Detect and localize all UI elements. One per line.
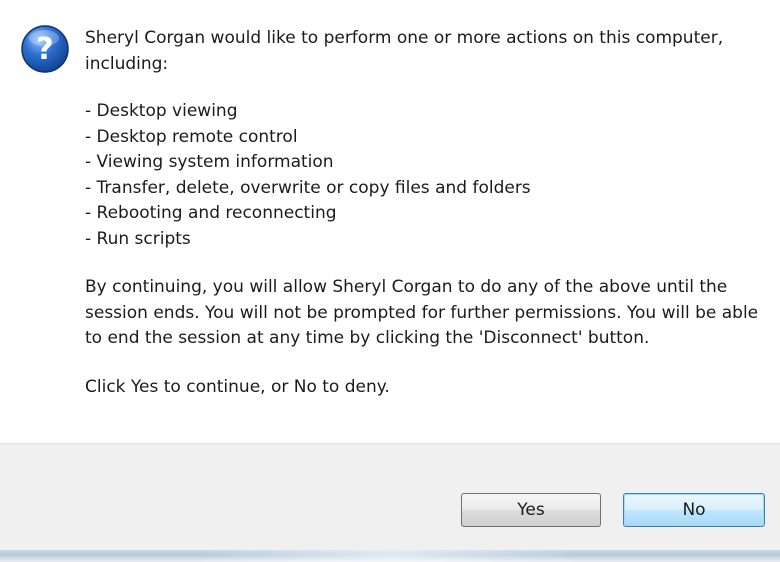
list-item: - Desktop viewing [85, 101, 238, 121]
no-button[interactable]: No [623, 493, 765, 527]
list-item: - Viewing system information [85, 152, 334, 172]
list-item: - Transfer, delete, overwrite or copy fi… [85, 177, 531, 198]
svg-text:?: ? [36, 32, 53, 67]
list-item: - Rebooting and reconnecting [85, 203, 337, 223]
intro-text: Sheryl Corgan would like to perform one … [85, 28, 724, 74]
actions-list: - Desktop viewing - Desktop remote contr… [85, 99, 765, 252]
dialog-message: Sheryl Corgan would like to perform one … [85, 26, 765, 400]
button-bar: Yes No [0, 443, 780, 551]
list-item: - Run scripts [85, 228, 191, 249]
window-bottom-border [0, 550, 780, 562]
yes-button[interactable]: Yes [461, 493, 601, 527]
permission-dialog: ? Sheryl Corgan would like to perform on… [0, 0, 780, 562]
warning-text: By continuing, you will allow Sheryl Cor… [85, 277, 759, 348]
question-icon: ? [20, 24, 70, 74]
dialog-content: ? Sheryl Corgan would like to perform on… [0, 0, 780, 443]
prompt-text: Click Yes to continue, or No to deny. [85, 376, 390, 397]
list-item: - Desktop remote control [85, 126, 298, 147]
